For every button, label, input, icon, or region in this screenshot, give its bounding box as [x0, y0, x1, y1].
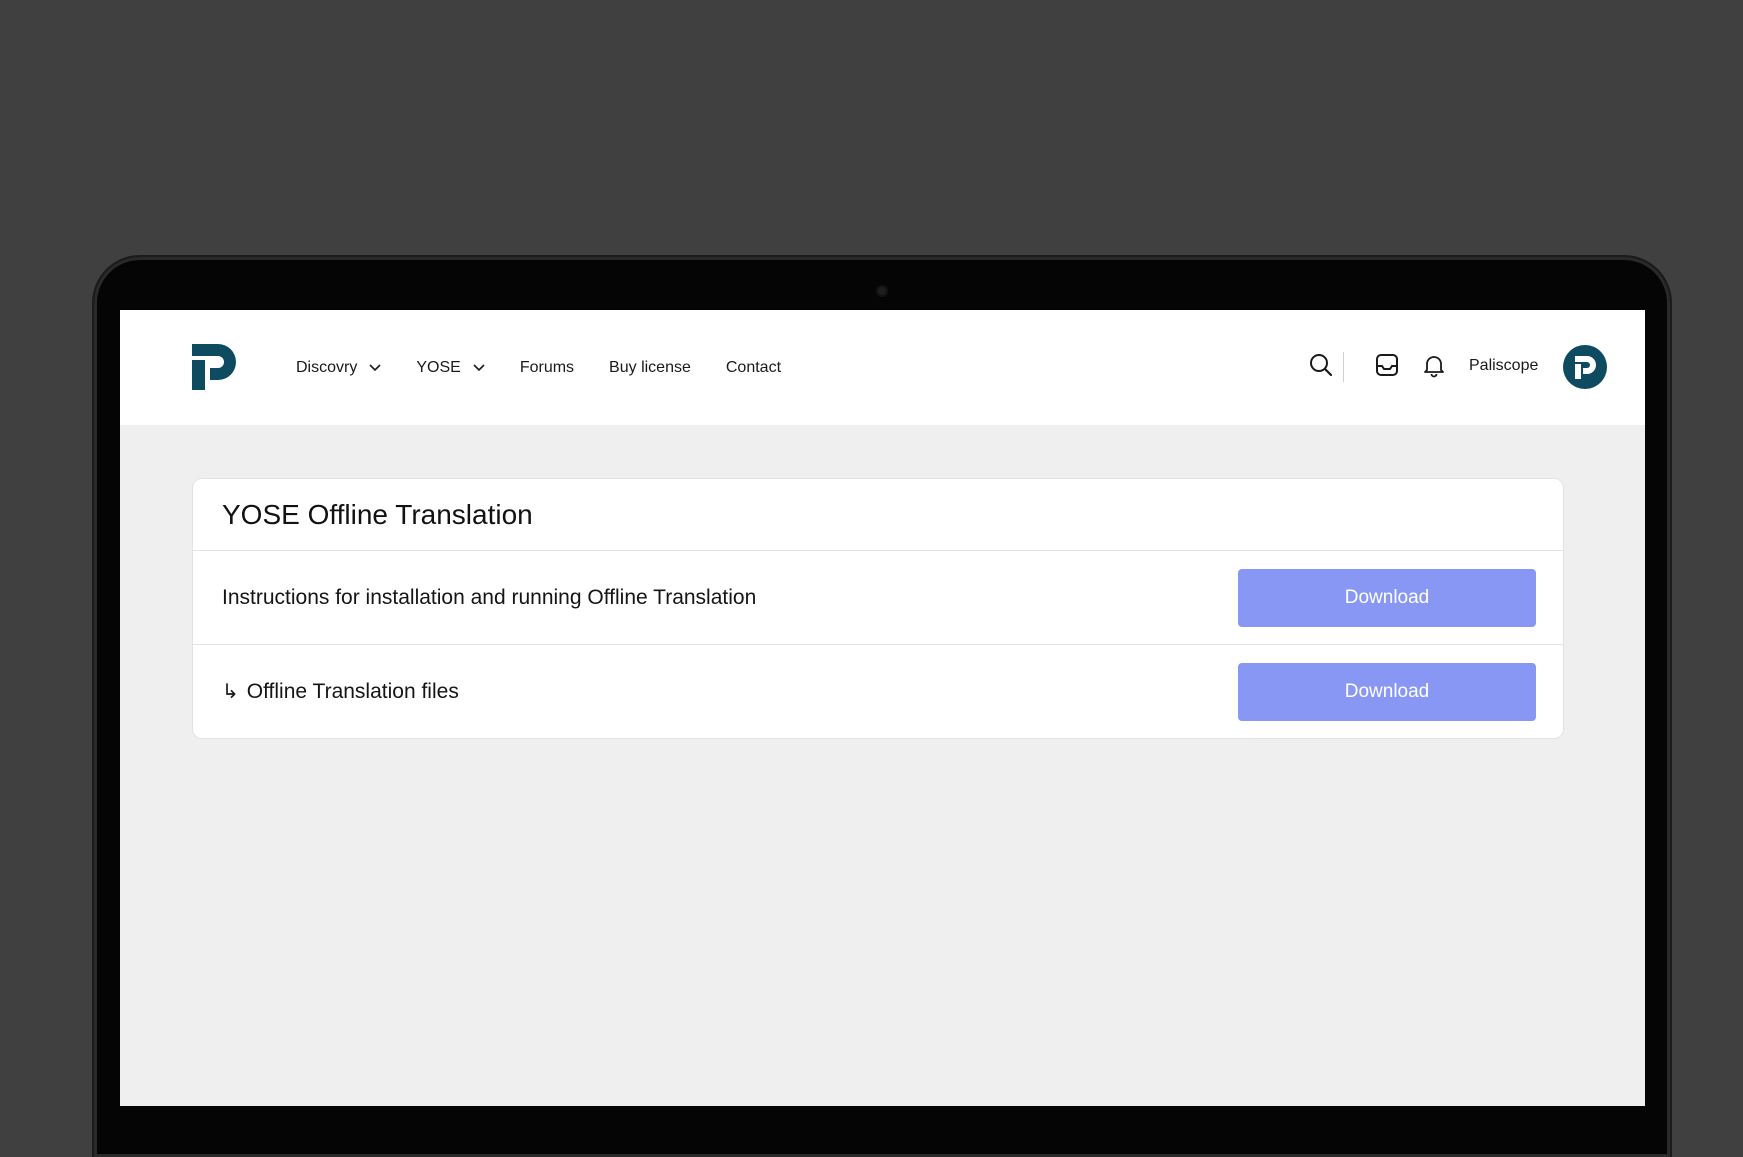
camera-dot	[876, 285, 888, 297]
top-navigation: Discovry YOSE Forums Buy license Contact…	[120, 310, 1645, 425]
row-label: ↳ Offline Translation files	[222, 679, 459, 704]
nav-item-label: Contact	[725, 358, 782, 376]
nav-item-label: YOSE	[416, 358, 461, 376]
nav-item-forums[interactable]: Forums	[520, 359, 574, 377]
chevron-down-icon	[369, 363, 381, 371]
avatar[interactable]	[1563, 345, 1607, 389]
card-title: YOSE Offline Translation	[193, 479, 1563, 551]
chevron-down-icon	[473, 363, 485, 371]
download-instructions-button[interactable]: Download	[1238, 568, 1536, 627]
search-icon[interactable]	[1308, 352, 1334, 378]
nav-item-label: Forums	[519, 358, 575, 376]
nav-item-discovry[interactable]: Discovry	[296, 359, 381, 377]
row-label: Instructions for installation and runnin…	[222, 586, 756, 610]
offline-translation-card: YOSE Offline Translation Instructions fo…	[192, 478, 1564, 739]
row-label-text: Offline Translation files	[246, 679, 459, 703]
row-label-text: Instructions for installation and runnin…	[222, 585, 757, 609]
nav-item-label: Discovry	[296, 358, 358, 376]
nav-divider	[1343, 352, 1344, 382]
paliscope-logo-icon	[1575, 356, 1596, 379]
nav-actions: Paliscope	[1225, 310, 1645, 425]
list-item: ↳ Offline Translation files Download	[193, 645, 1563, 738]
download-files-button[interactable]: Download	[1238, 662, 1536, 721]
laptop-frame: Discovry YOSE Forums Buy license Contact…	[94, 257, 1670, 1157]
subitem-arrow-icon: ↳	[222, 681, 239, 703]
browser-viewport: Discovry YOSE Forums Buy license Contact…	[120, 310, 1645, 1106]
nav-item-yose[interactable]: YOSE	[416, 358, 485, 377]
nav-item-buy-license[interactable]: Buy license	[609, 359, 691, 377]
bell-icon[interactable]	[1421, 352, 1447, 378]
nav-item-label: Buy license	[609, 358, 691, 376]
nav-item-contact[interactable]: Contact	[726, 359, 781, 377]
paliscope-logo-icon[interactable]	[192, 344, 238, 390]
main-nav: Discovry YOSE Forums Buy license Contact	[296, 310, 816, 425]
user-name[interactable]: Paliscope	[1469, 357, 1538, 375]
inbox-icon[interactable]	[1374, 352, 1400, 378]
list-item: Instructions for installation and runnin…	[193, 551, 1563, 645]
